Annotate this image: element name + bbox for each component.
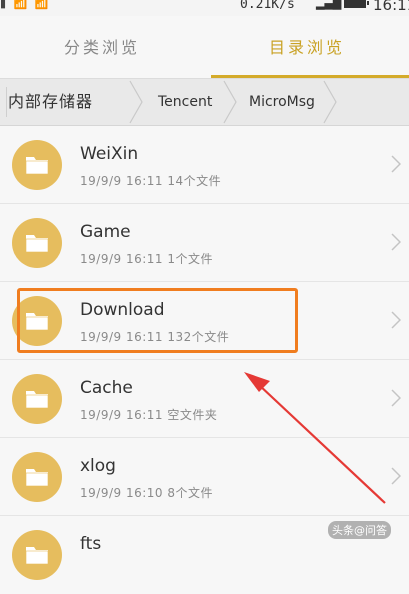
breadcrumb-separator-icon — [322, 79, 338, 125]
signal-icon: ▂▄▆ — [316, 0, 342, 10]
folder-row-cache[interactable]: Cache 19/9/9 16:11 空文件夹 — [0, 360, 409, 438]
browse-tabs: 分类浏览 目录浏览 — [0, 16, 409, 78]
breadcrumb-micromsg[interactable]: MicroMsg — [249, 79, 315, 125]
battery-icon — [344, 0, 369, 8]
status-icons: ▮ 📶 📶 — [0, 0, 51, 10]
folder-meta: 19/9/9 16:11 132个文件 — [80, 330, 230, 344]
folder-icon — [12, 218, 62, 268]
folder-meta: 19/9/9 16:11 空文件夹 — [80, 408, 218, 422]
folder-meta: 19/9/9 16:11 1个文件 — [80, 252, 213, 266]
tab-directory-browse[interactable]: 目录浏览 — [205, 16, 409, 78]
folder-name: Download — [80, 300, 165, 320]
watermark: 头条@问答 — [328, 521, 391, 539]
breadcrumb-separator-icon — [128, 79, 144, 125]
status-bar: ▮ 📶 📶 0.21K/s ▂▄▆ 16:11 — [0, 0, 409, 16]
folder-row-download[interactable]: Download 19/9/9 16:11 132个文件 — [0, 282, 409, 360]
network-speed: 0.21K/s — [240, 0, 295, 12]
folder-meta: 19/9/9 16:10 8个文件 — [80, 486, 213, 500]
chevron-right-icon — [391, 311, 401, 329]
file-list: WeiXin 19/9/9 16:11 14个文件 Game 19/9/9 16… — [0, 126, 409, 580]
breadcrumb-internal-storage[interactable]: 内部存储器 — [5, 79, 93, 125]
breadcrumb-tencent[interactable]: Tencent — [158, 79, 212, 125]
folder-icon — [12, 374, 62, 424]
breadcrumb: 内部存储器 Tencent MicroMsg — [0, 78, 409, 126]
folder-name: xlog — [80, 456, 116, 476]
chevron-right-icon — [391, 467, 401, 485]
folder-name: fts — [80, 534, 102, 554]
folder-row-game[interactable]: Game 19/9/9 16:11 1个文件 — [0, 204, 409, 282]
folder-meta: 19/9/9 16:11 14个文件 — [80, 174, 222, 188]
folder-icon — [12, 140, 62, 190]
status-time: 16:11 — [373, 0, 409, 14]
chevron-right-icon — [391, 155, 401, 173]
chevron-right-icon — [391, 389, 401, 407]
folder-row-weixin[interactable]: WeiXin 19/9/9 16:11 14个文件 — [0, 126, 409, 204]
folder-name: Game — [80, 222, 131, 242]
folder-name: WeiXin — [80, 144, 139, 164]
tab-category-browse[interactable]: 分类浏览 — [0, 16, 204, 78]
chevron-right-icon — [391, 233, 401, 251]
folder-icon — [12, 452, 62, 502]
breadcrumb-separator-icon — [222, 79, 238, 125]
folder-row-xlog[interactable]: xlog 19/9/9 16:10 8个文件 — [0, 438, 409, 516]
folder-name: Cache — [80, 378, 133, 398]
folder-icon — [12, 296, 62, 346]
folder-icon — [12, 530, 62, 580]
